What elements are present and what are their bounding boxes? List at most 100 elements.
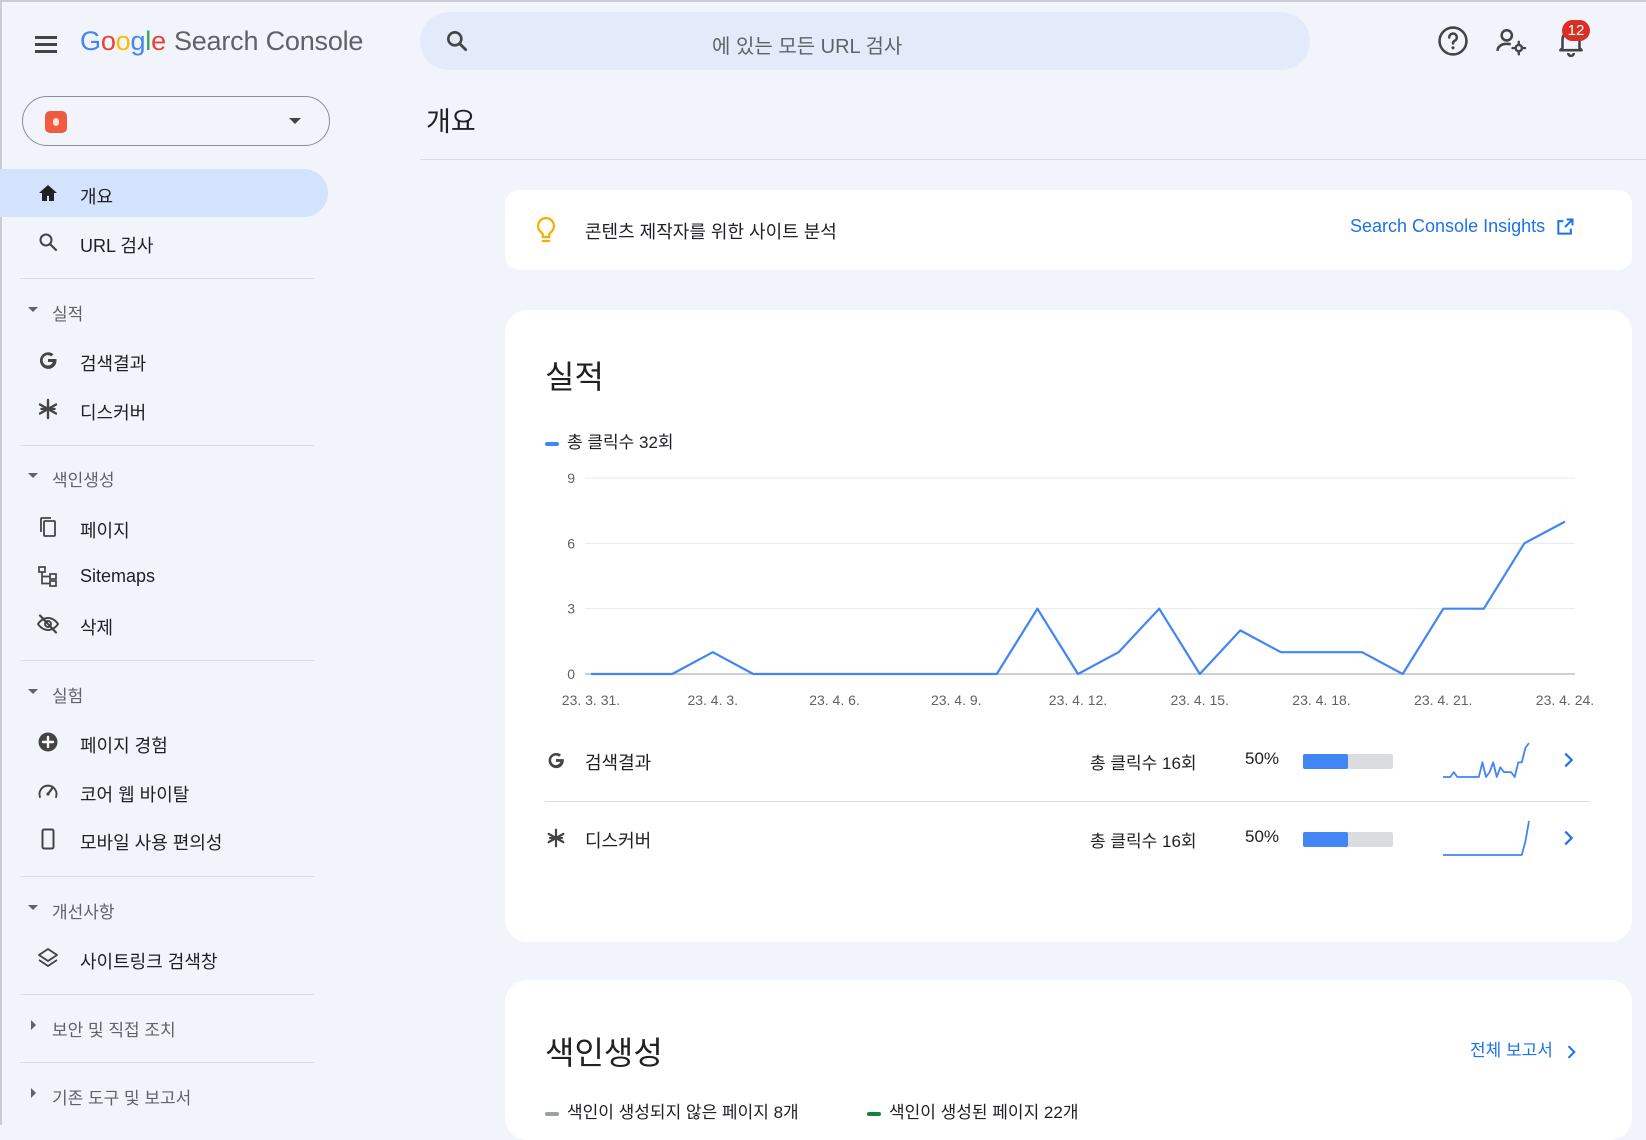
search-results-row[interactable]: 검색결과 총 클릭수 16회 50% xyxy=(545,727,1585,797)
sidebar-item-discover[interactable]: 디스커버 xyxy=(0,385,328,433)
data-point[interactable] xyxy=(1031,603,1043,615)
sidebar-item-label: 삭제 xyxy=(80,618,114,638)
x-tick-label: 23. 4. 9. xyxy=(931,692,982,708)
sidebar-section-indexing[interactable]: 색인생성 xyxy=(0,456,328,496)
sidebar-section-experience[interactable]: 실험 xyxy=(0,672,328,712)
sidebar-divider xyxy=(20,445,314,446)
sidebar-item-page-experience[interactable]: 페이지 경험 xyxy=(0,718,328,766)
sidebar-section-enhancements[interactable]: 개선사항 xyxy=(0,888,328,928)
sidebar-item-search-results[interactable]: 검색결과 xyxy=(0,336,328,384)
google-g-icon xyxy=(39,352,57,369)
sidebar-item-mobile-usability[interactable]: 모바일 사용 편의성 xyxy=(0,815,328,863)
sidebar-divider xyxy=(20,876,314,877)
main-menu-button[interactable] xyxy=(30,28,62,60)
url-inspection-search-bar[interactable]: 에 있는 모든 URL 검사 xyxy=(420,12,1310,70)
data-point[interactable] xyxy=(1518,537,1530,549)
search-console-insights-link[interactable]: Search Console Insights xyxy=(1350,216,1575,237)
legend-label: 색인이 생성된 페이지 22개 xyxy=(889,1103,1079,1122)
data-point[interactable] xyxy=(585,668,597,680)
data-point[interactable] xyxy=(829,668,841,680)
data-point[interactable] xyxy=(950,668,962,680)
data-point[interactable] xyxy=(1113,646,1125,658)
search-console-logo[interactable]: Google Search Console xyxy=(80,26,363,57)
source-name: 디스커버 xyxy=(585,831,652,851)
data-point[interactable] xyxy=(1153,603,1165,615)
not-indexed-legend[interactable]: 색인이 생성되지 않은 페이지 8개 xyxy=(545,1098,799,1123)
insights-banner: 콘텐츠 제작자를 위한 사이트 분석 Search Console Insigh… xyxy=(505,190,1632,270)
sidebar-item-sitelinks-searchbox[interactable]: 사이트링크 검색창 xyxy=(0,934,328,982)
chevron-right-icon[interactable] xyxy=(1557,749,1579,771)
data-point[interactable] xyxy=(1559,516,1571,528)
sidebar-item-pages[interactable]: 페이지 xyxy=(0,503,328,551)
data-point[interactable] xyxy=(1275,646,1287,658)
sidebar-item-url-inspection[interactable]: URL 검사 xyxy=(0,218,328,266)
chevron-right-icon[interactable] xyxy=(1557,827,1579,849)
logo-letter: G xyxy=(80,26,101,56)
share-bar xyxy=(1303,754,1393,769)
logo-product-name: Search Console xyxy=(173,26,364,56)
data-point[interactable] xyxy=(747,668,759,680)
clicks-line-chart[interactable]: 0 3 6 9 23. 3. 31. 23. 4. 3. 23. 4. 6. 23. 4. 9… xyxy=(525,470,1615,730)
chart-legend[interactable]: 총 클릭수 32회 xyxy=(545,428,674,453)
user-settings-icon[interactable] xyxy=(1494,24,1528,58)
y-tick-label: 3 xyxy=(567,601,575,617)
discover-row[interactable]: 디스커버 총 클릭수 16회 50% xyxy=(545,805,1585,875)
sidebar-section-security[interactable]: 보안 및 직접 조치 xyxy=(0,1006,328,1046)
legend-swatch xyxy=(867,1111,881,1116)
layers-icon xyxy=(38,948,58,967)
data-point[interactable] xyxy=(1194,668,1206,680)
source-percent: 50% xyxy=(1245,749,1280,768)
property-favicon xyxy=(45,111,67,133)
indexed-legend[interactable]: 색인이 생성된 페이지 22개 xyxy=(867,1098,1078,1123)
insights-link-label[interactable]: Search Console Insights xyxy=(1350,216,1545,236)
speed-gauge-icon xyxy=(38,784,58,798)
data-point[interactable] xyxy=(707,646,719,658)
help-icon[interactable] xyxy=(1436,24,1470,58)
data-point[interactable] xyxy=(910,668,922,680)
data-point[interactable] xyxy=(1478,603,1490,615)
logo-letter: o xyxy=(115,26,131,56)
series-line[interactable] xyxy=(591,520,1566,676)
data-point[interactable] xyxy=(1316,646,1328,658)
lightbulb-icon xyxy=(537,216,555,243)
y-tick-label: 9 xyxy=(567,470,575,486)
sidebar-item-label: 사이트링크 검색창 xyxy=(80,952,218,972)
y-tick-label: 0 xyxy=(567,666,575,682)
legend-label: 총 클릭수 32회 xyxy=(567,433,674,452)
source-clicks: 총 클릭수 16회 xyxy=(1090,754,1197,773)
property-selector[interactable] xyxy=(22,96,330,146)
x-tick-label: 23. 4. 18. xyxy=(1292,692,1350,708)
full-report-label[interactable]: 전체 보고서 xyxy=(1470,1041,1553,1060)
sidebar-divider xyxy=(20,1062,314,1063)
share-bar-fill xyxy=(1303,832,1348,847)
search-icon[interactable] xyxy=(444,28,470,54)
search-placeholder[interactable]: 에 있는 모든 URL 검사 xyxy=(712,30,902,59)
full-report-link[interactable]: 전체 보고서 xyxy=(1470,1036,1581,1062)
sidebar-section-performance[interactable]: 실적 xyxy=(0,290,328,330)
dropdown-arrow-icon xyxy=(289,118,301,124)
sidebar-section-legacy[interactable]: 기존 도구 및 보고서 xyxy=(0,1074,328,1114)
data-point[interactable] xyxy=(788,668,800,680)
data-point[interactable] xyxy=(1356,646,1368,658)
sidebar-item-core-web-vitals[interactable]: 코어 웹 바이탈 xyxy=(0,767,328,815)
logo-letter: g xyxy=(130,26,146,56)
open-in-new-icon[interactable] xyxy=(1555,217,1575,237)
sidebar-item-sitemaps[interactable]: Sitemaps xyxy=(0,552,328,600)
chevron-right-icon[interactable] xyxy=(1561,1042,1581,1062)
data-point[interactable] xyxy=(1072,668,1084,680)
expand-caret-icon xyxy=(31,1088,36,1098)
data-point[interactable] xyxy=(1234,624,1246,636)
data-point[interactable] xyxy=(869,668,881,680)
x-tick-label: 23. 4. 6. xyxy=(809,692,860,708)
data-point[interactable] xyxy=(1437,603,1449,615)
sidebar-item-removals[interactable]: 삭제 xyxy=(0,600,328,648)
data-point[interactable] xyxy=(666,668,678,680)
sidebar-item-overview[interactable]: 개요 xyxy=(0,169,328,217)
sidebar-section-label: 개선사항 xyxy=(52,903,115,922)
sidebar-divider xyxy=(20,994,314,995)
data-point[interactable] xyxy=(626,668,638,680)
sidebar-item-label: 디스커버 xyxy=(80,403,147,423)
x-tick-label: 23. 4. 21. xyxy=(1414,692,1472,708)
data-point[interactable] xyxy=(1397,668,1409,680)
data-point[interactable] xyxy=(991,668,1003,680)
